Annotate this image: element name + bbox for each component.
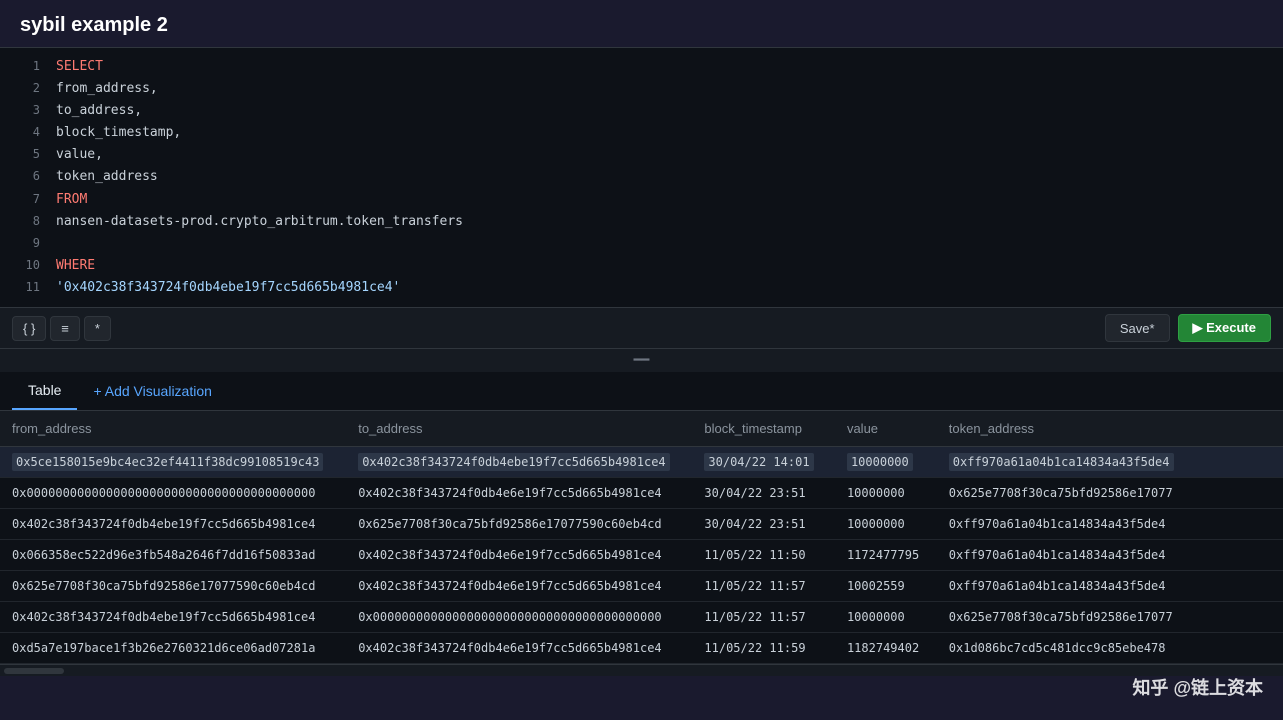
code-line-2: 2 from_address, bbox=[0, 78, 1283, 100]
results-table-container[interactable]: from_address to_address block_timestamp … bbox=[0, 411, 1283, 664]
code-line-9: 9 bbox=[0, 233, 1283, 255]
cell-to_address[interactable]: 0x402c38f343724f0db4ebe19f7cc5d665b4981c… bbox=[346, 447, 692, 478]
code-line-4: 4 block_timestamp, bbox=[0, 122, 1283, 144]
cell-value[interactable]: 10000000 bbox=[835, 509, 937, 540]
toolbar: { } ≡ * Save* ▶ Execute bbox=[0, 307, 1283, 349]
col-header-from-address: from_address bbox=[0, 411, 346, 447]
cell-value[interactable]: 1172477795 bbox=[835, 540, 937, 571]
cell-value[interactable]: 1182749402 bbox=[835, 633, 937, 664]
code-line-5: 5 value, bbox=[0, 144, 1283, 166]
code-line-3: 3 to_address, bbox=[0, 100, 1283, 122]
table-row: 0x402c38f343724f0db4ebe19f7cc5d665b4981c… bbox=[0, 602, 1283, 633]
page-title: sybil example 2 bbox=[20, 14, 168, 36]
cell-value[interactable]: 10002559 bbox=[835, 571, 937, 602]
cell-from_address[interactable]: 0x402c38f343724f0db4ebe19f7cc5d665b4981c… bbox=[0, 509, 346, 540]
cell-block_timestamp[interactable]: 11/05/22 11:59 bbox=[692, 633, 835, 664]
watermark: 知乎 @链上资本 bbox=[1132, 674, 1263, 700]
results-area: Table + Add Visualization from_address t… bbox=[0, 372, 1283, 676]
table-row: 0x00000000000000000000000000000000000000… bbox=[0, 478, 1283, 509]
execute-button[interactable]: ▶ Execute bbox=[1178, 314, 1271, 342]
toolbar-left: { } ≡ * bbox=[12, 316, 111, 341]
tab-table[interactable]: Table bbox=[12, 372, 77, 410]
header: sybil example 2 bbox=[0, 0, 1283, 47]
col-header-block-timestamp: block_timestamp bbox=[692, 411, 835, 447]
code-line-11: 11 '0x402c38f343724f0db4ebe19f7cc5d665b4… bbox=[0, 277, 1283, 299]
toolbar-right: Save* ▶ Execute bbox=[1105, 314, 1271, 342]
drag-handle[interactable]: ━━ bbox=[0, 349, 1283, 372]
results-table: from_address to_address block_timestamp … bbox=[0, 411, 1283, 664]
cell-from_address[interactable]: 0x066358ec522d96e3fb548a2646f7dd16f50833… bbox=[0, 540, 346, 571]
col-header-to-address: to_address bbox=[346, 411, 692, 447]
scrollbar-thumb[interactable] bbox=[4, 668, 64, 674]
code-line-10: 10 WHERE bbox=[0, 255, 1283, 277]
ast-format-button[interactable]: * bbox=[84, 316, 111, 341]
table-row: 0x5ce158015e9bc4ec32ef4411f38dc99108519c… bbox=[0, 447, 1283, 478]
cell-value[interactable]: 10000000 bbox=[835, 478, 937, 509]
cell-block_timestamp[interactable]: 11/05/22 11:57 bbox=[692, 571, 835, 602]
cell-from_address[interactable]: 0x402c38f343724f0db4ebe19f7cc5d665b4981c… bbox=[0, 602, 346, 633]
tabs-bar: Table + Add Visualization bbox=[0, 372, 1283, 411]
cell-block_timestamp[interactable]: 11/05/22 11:57 bbox=[692, 602, 835, 633]
col-header-token-address: token_address bbox=[937, 411, 1283, 447]
cell-value[interactable]: 10000000 bbox=[835, 602, 937, 633]
cell-from_address[interactable]: 0x625e7708f30ca75bfd92586e17077590c60eb4… bbox=[0, 571, 346, 602]
table-row: 0x402c38f343724f0db4ebe19f7cc5d665b4981c… bbox=[0, 509, 1283, 540]
cell-to_address[interactable]: 0x00000000000000000000000000000000000000… bbox=[346, 602, 692, 633]
cell-block_timestamp[interactable]: 11/05/22 11:50 bbox=[692, 540, 835, 571]
table-row: 0x625e7708f30ca75bfd92586e17077590c60eb4… bbox=[0, 571, 1283, 602]
code-line-1: 1 SELECT bbox=[0, 56, 1283, 78]
cell-token_address[interactable]: 0xff970a61a04b1ca14834a43f5de4 bbox=[937, 571, 1283, 602]
cell-block_timestamp[interactable]: 30/04/22 23:51 bbox=[692, 509, 835, 540]
cell-to_address[interactable]: 0x625e7708f30ca75bfd92586e17077590c60eb4… bbox=[346, 509, 692, 540]
add-visualization-button[interactable]: + Add Visualization bbox=[77, 373, 227, 409]
code-line-8: 8 nansen-datasets-prod.crypto_arbitrum.t… bbox=[0, 211, 1283, 233]
cell-from_address[interactable]: 0xd5a7e197bace1f3b26e2760321d6ce06ad0728… bbox=[0, 633, 346, 664]
table-row: 0x066358ec522d96e3fb548a2646f7dd16f50833… bbox=[0, 540, 1283, 571]
cell-token_address[interactable]: 0x625e7708f30ca75bfd92586e17077 bbox=[937, 602, 1283, 633]
code-line-6: 6 token_address bbox=[0, 166, 1283, 188]
cell-token_address[interactable]: 0xff970a61a04b1ca14834a43f5de4 bbox=[937, 540, 1283, 571]
save-button[interactable]: Save* bbox=[1105, 314, 1170, 342]
cell-block_timestamp[interactable]: 30/04/22 14:01 bbox=[692, 447, 835, 478]
cell-block_timestamp[interactable]: 30/04/22 23:51 bbox=[692, 478, 835, 509]
table-header-row: from_address to_address block_timestamp … bbox=[0, 411, 1283, 447]
json-format-button[interactable]: { } bbox=[12, 316, 46, 341]
cell-to_address[interactable]: 0x402c38f343724f0db4e6e19f7cc5d665b4981c… bbox=[346, 633, 692, 664]
table-row: 0xd5a7e197bace1f3b26e2760321d6ce06ad0728… bbox=[0, 633, 1283, 664]
cell-from_address[interactable]: 0x5ce158015e9bc4ec32ef4411f38dc99108519c… bbox=[0, 447, 346, 478]
cell-value[interactable]: 10000000 bbox=[835, 447, 937, 478]
cell-to_address[interactable]: 0x402c38f343724f0db4e6e19f7cc5d665b4981c… bbox=[346, 478, 692, 509]
cell-token_address[interactable]: 0xff970a61a04b1ca14834a43f5de4 bbox=[937, 509, 1283, 540]
code-editor: 1 SELECT 2 from_address, 3 to_address, 4… bbox=[0, 47, 1283, 307]
cell-to_address[interactable]: 0x402c38f343724f0db4e6e19f7cc5d665b4981c… bbox=[346, 540, 692, 571]
cell-token_address[interactable]: 0x625e7708f30ca75bfd92586e17077 bbox=[937, 478, 1283, 509]
cell-token_address[interactable]: 0xff970a61a04b1ca14834a43f5de4 bbox=[937, 447, 1283, 478]
col-header-value: value bbox=[835, 411, 937, 447]
cell-token_address[interactable]: 0x1d086bc7cd5c481dcc9c85ebe478 bbox=[937, 633, 1283, 664]
code-line-7: 7 FROM bbox=[0, 189, 1283, 211]
cell-to_address[interactable]: 0x402c38f343724f0db4e6e19f7cc5d665b4981c… bbox=[346, 571, 692, 602]
horizontal-scrollbar[interactable] bbox=[0, 664, 1283, 676]
list-format-button[interactable]: ≡ bbox=[50, 316, 80, 341]
cell-from_address[interactable]: 0x00000000000000000000000000000000000000… bbox=[0, 478, 346, 509]
